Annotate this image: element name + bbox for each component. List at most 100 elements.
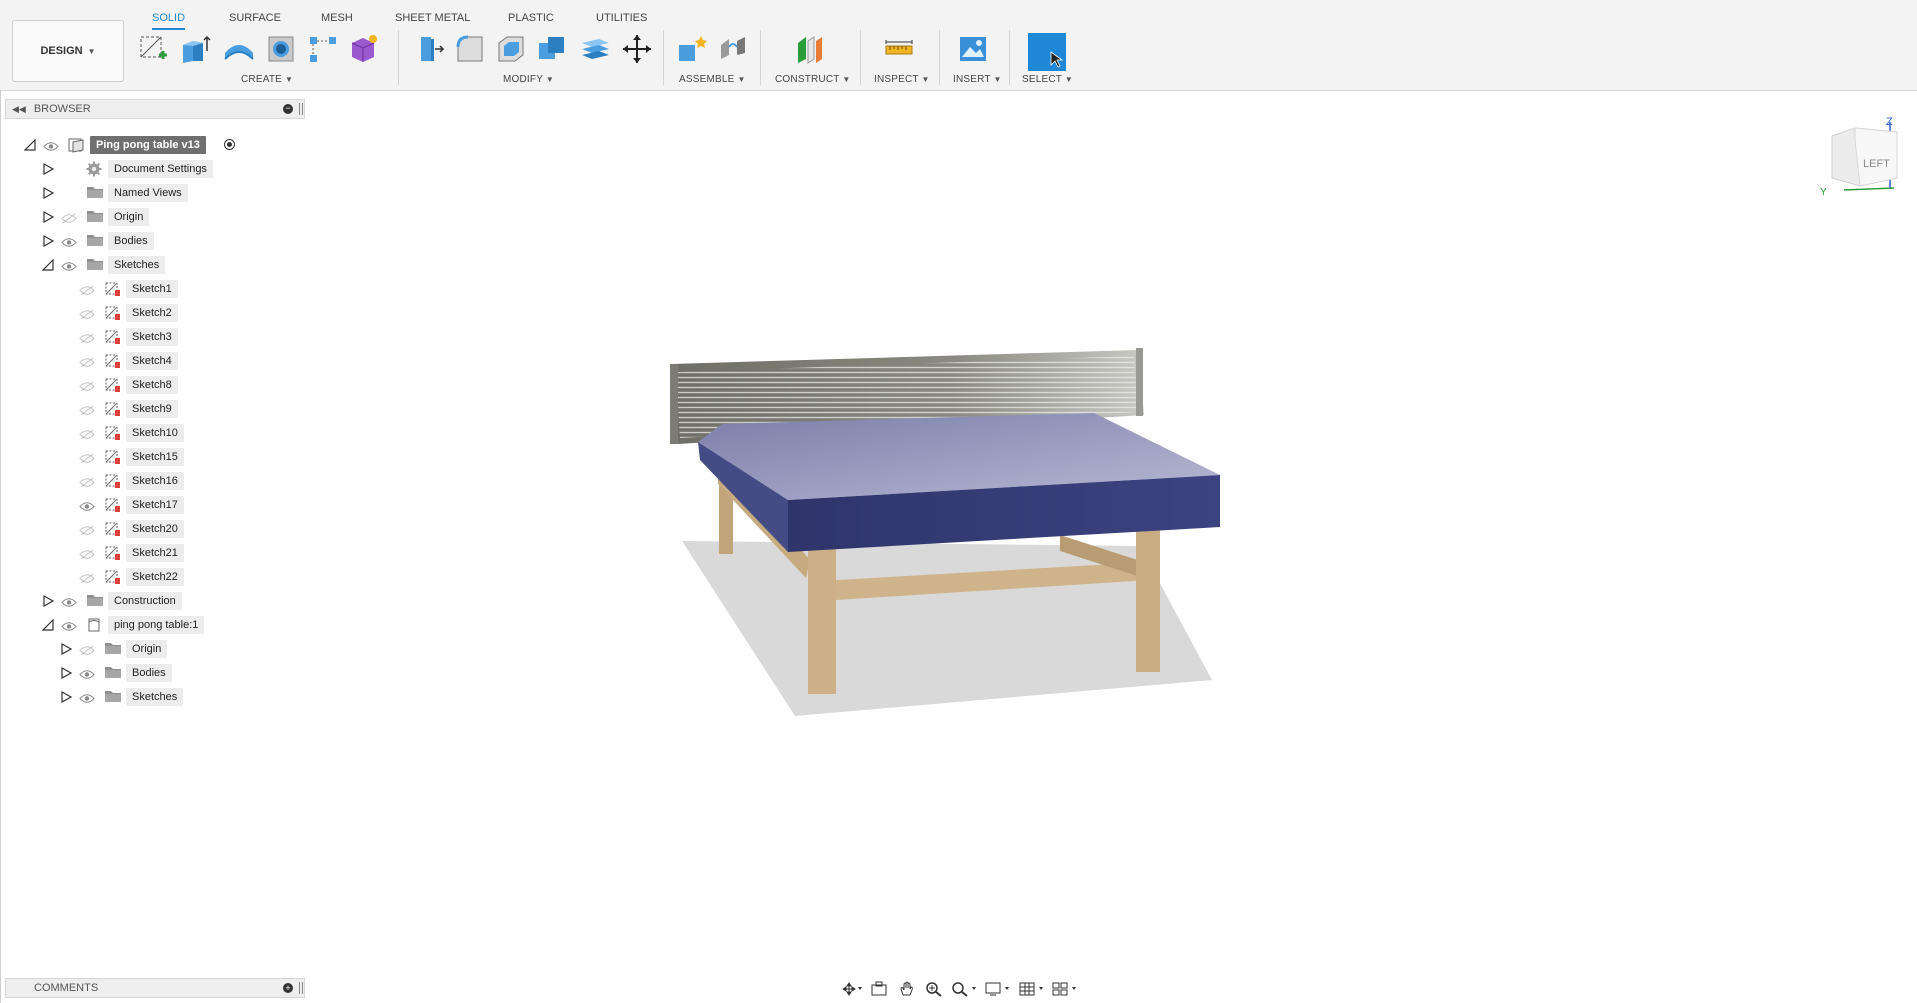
view-cube[interactable]: LEFT Z Y bbox=[1820, 116, 1898, 198]
browser-tree-node[interactable]: Sketch4 bbox=[0, 351, 300, 371]
tab-sheet-metal[interactable]: SHEET METAL bbox=[395, 12, 470, 28]
minus-circle-icon[interactable]: − bbox=[283, 104, 293, 114]
collapse-panel-icon[interactable]: ◀◀ bbox=[12, 104, 26, 115]
visibility-eye-hidden-icon[interactable] bbox=[79, 451, 97, 464]
browser-tree-node[interactable]: Sketch3 bbox=[0, 327, 300, 347]
visibility-eye-icon[interactable] bbox=[61, 235, 79, 247]
insert-image-icon[interactable] bbox=[956, 32, 990, 66]
offset-face-icon[interactable] bbox=[578, 32, 612, 66]
visibility-eye-hidden-icon[interactable] bbox=[79, 283, 97, 296]
orbit-icon[interactable] bbox=[840, 979, 864, 999]
browser-tree-node[interactable]: Sketch2 bbox=[0, 303, 300, 323]
measure-icon[interactable] bbox=[882, 32, 916, 66]
visibility-eye-hidden-icon[interactable] bbox=[79, 427, 97, 440]
expander-open-icon[interactable] bbox=[24, 139, 36, 151]
browser-tree-node[interactable]: Sketch15 bbox=[0, 447, 300, 467]
browser-tree-node[interactable]: Sketches bbox=[0, 255, 300, 275]
tab-solid[interactable]: SOLID bbox=[152, 12, 186, 30]
browser-tree-node[interactable]: Sketch1 bbox=[0, 279, 300, 299]
visibility-eye-hidden-icon[interactable] bbox=[79, 475, 97, 488]
shell-icon[interactable] bbox=[494, 32, 528, 66]
browser-tree-node[interactable]: Named Views bbox=[0, 183, 300, 203]
browser-tree-node[interactable]: Sketch9 bbox=[0, 399, 300, 419]
visibility-eye-icon[interactable] bbox=[79, 691, 97, 703]
offset-plane-icon[interactable] bbox=[793, 32, 827, 66]
browser-tree-node[interactable]: Sketch10 bbox=[0, 423, 300, 443]
browser-tree-node[interactable]: ping pong table:1 bbox=[0, 615, 300, 635]
expander-closed-icon[interactable] bbox=[42, 187, 54, 199]
visibility-eye-hidden-icon[interactable] bbox=[79, 307, 97, 320]
expander-closed-icon[interactable] bbox=[60, 691, 72, 703]
browser-tree-node[interactable]: Sketch16 bbox=[0, 471, 300, 491]
browser-tree-node[interactable]: Document Settings bbox=[0, 159, 300, 179]
browser-tree-node[interactable]: Construction bbox=[0, 591, 300, 611]
select-menu[interactable]: SELECT ▼ bbox=[1022, 74, 1073, 85]
visibility-eye-hidden-icon[interactable] bbox=[79, 355, 97, 368]
expander-closed-icon[interactable] bbox=[42, 211, 54, 223]
visibility-eye-icon[interactable] bbox=[61, 595, 79, 607]
select-icon[interactable] bbox=[1028, 33, 1066, 71]
viewports-icon[interactable] bbox=[1051, 979, 1080, 999]
expander-closed-icon[interactable] bbox=[42, 235, 54, 247]
hole-icon[interactable] bbox=[264, 32, 298, 66]
workspace-switcher[interactable]: DESIGN ▼ bbox=[12, 20, 124, 82]
insert-menu[interactable]: INSERT ▼ bbox=[953, 74, 1002, 85]
pan-hand-icon[interactable] bbox=[895, 979, 919, 999]
expander-closed-icon[interactable] bbox=[42, 163, 54, 175]
browser-tree-node[interactable]: Sketches bbox=[0, 687, 300, 707]
ping-pong-table-model[interactable] bbox=[670, 348, 1220, 716]
visibility-eye-hidden-icon[interactable] bbox=[79, 379, 97, 392]
browser-tree-node[interactable]: Sketch21 bbox=[0, 543, 300, 563]
visibility-eye-hidden-icon[interactable] bbox=[79, 403, 97, 416]
tab-plastic[interactable]: PLASTIC bbox=[508, 12, 554, 28]
activate-component-icon[interactable] bbox=[224, 139, 235, 150]
modify-menu[interactable]: MODIFY ▼ bbox=[503, 74, 554, 85]
browser-tree-node[interactable]: Sketch8 bbox=[0, 375, 300, 395]
expander-closed-icon[interactable] bbox=[60, 667, 72, 679]
create-menu[interactable]: CREATE ▼ bbox=[241, 74, 293, 85]
browser-tree-node[interactable]: Sketch17 bbox=[0, 495, 300, 515]
grid-settings-icon[interactable] bbox=[1017, 979, 1046, 999]
browser-tree-node[interactable]: Origin bbox=[0, 639, 300, 659]
expander-open-icon[interactable] bbox=[42, 619, 54, 631]
add-comment-icon[interactable]: + bbox=[283, 983, 293, 993]
press-pull-icon[interactable] bbox=[412, 32, 446, 66]
browser-tree-node[interactable]: Bodies bbox=[0, 231, 300, 251]
tab-mesh[interactable]: MESH bbox=[321, 12, 353, 28]
expander-closed-icon[interactable] bbox=[60, 643, 72, 655]
assemble-menu[interactable]: ASSEMBLE ▼ bbox=[679, 74, 746, 85]
revolve-icon[interactable] bbox=[222, 32, 256, 66]
fit-zoom-icon[interactable] bbox=[950, 979, 979, 999]
visibility-eye-hidden-icon[interactable] bbox=[79, 523, 97, 536]
combine-icon[interactable] bbox=[535, 32, 569, 66]
new-component-icon[interactable] bbox=[674, 32, 708, 66]
visibility-eye-icon[interactable] bbox=[61, 259, 79, 271]
tab-utilities[interactable]: UTILITIES bbox=[596, 12, 647, 28]
look-at-icon[interactable] bbox=[868, 979, 892, 999]
visibility-eye-hidden-icon[interactable] bbox=[79, 331, 97, 344]
inspect-menu[interactable]: INSPECT ▼ bbox=[874, 74, 930, 85]
display-settings-icon[interactable] bbox=[984, 979, 1013, 999]
pattern-icon[interactable] bbox=[306, 32, 340, 66]
visibility-eye-icon[interactable] bbox=[79, 499, 97, 511]
extrude-icon[interactable] bbox=[178, 32, 212, 66]
browser-tree-node[interactable]: Sketch22 bbox=[0, 567, 300, 587]
expander-open-icon[interactable] bbox=[42, 259, 54, 271]
browser-root-node[interactable]: Ping pong table v13 bbox=[0, 135, 300, 155]
form-icon[interactable] bbox=[346, 32, 380, 66]
browser-tree-node[interactable]: Origin bbox=[0, 207, 300, 227]
visibility-eye-icon[interactable] bbox=[79, 667, 97, 679]
visibility-eye-hidden-icon[interactable] bbox=[61, 211, 79, 224]
visibility-eye-hidden-icon[interactable] bbox=[79, 643, 97, 656]
panel-resize-handle[interactable] bbox=[299, 982, 303, 994]
visibility-eye-icon[interactable] bbox=[61, 619, 79, 631]
panel-resize-handle[interactable] bbox=[299, 103, 303, 115]
construct-menu[interactable]: CONSTRUCT ▼ bbox=[775, 74, 851, 85]
browser-tree-node[interactable]: Bodies bbox=[0, 663, 300, 683]
visibility-eye-hidden-icon[interactable] bbox=[79, 547, 97, 560]
joint-icon[interactable] bbox=[716, 32, 750, 66]
fillet-icon[interactable] bbox=[453, 32, 487, 66]
zoom-icon[interactable] bbox=[923, 979, 947, 999]
create-sketch-icon[interactable] bbox=[136, 32, 170, 66]
visibility-eye-icon[interactable] bbox=[43, 139, 61, 151]
